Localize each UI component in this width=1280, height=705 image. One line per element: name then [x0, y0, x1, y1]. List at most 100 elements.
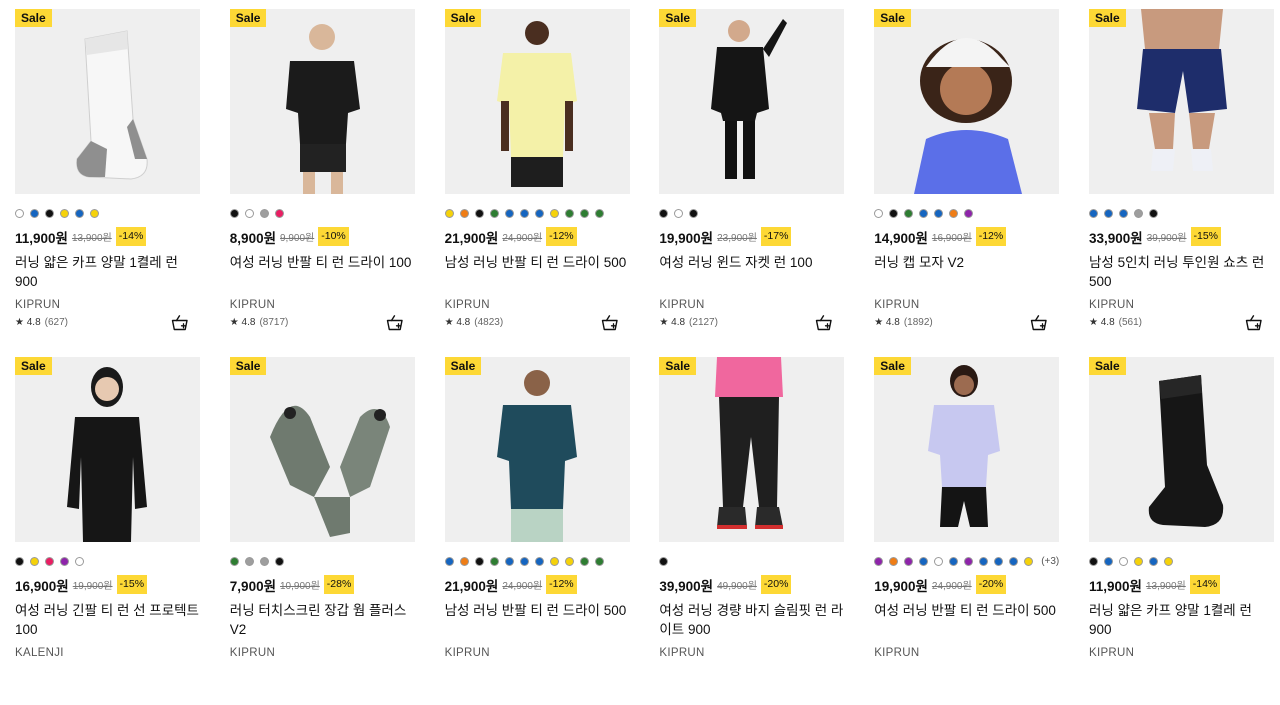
- color-swatch[interactable]: [244, 209, 254, 218]
- color-swatch[interactable]: [904, 557, 914, 566]
- color-swatch[interactable]: [244, 557, 254, 566]
- color-swatch[interactable]: [229, 557, 239, 566]
- product-card-3[interactable]: Sale 21,900원 24,900원 -12% 남성 러닝 반팔 티 런 드…: [444, 9, 630, 357]
- color-swatch[interactable]: [579, 557, 589, 566]
- color-swatch[interactable]: [534, 209, 544, 218]
- color-swatch[interactable]: [674, 209, 684, 218]
- add-to-cart-icon[interactable]: [170, 313, 190, 333]
- color-swatch[interactable]: [964, 557, 974, 566]
- color-swatch[interactable]: [15, 557, 24, 566]
- color-swatch[interactable]: [919, 557, 929, 566]
- color-swatch[interactable]: [1088, 209, 1098, 218]
- product-card-1[interactable]: Sale 11,900원 13,900원 -14% 러닝 얇은 카프 양말 1켤…: [15, 9, 200, 357]
- color-swatch[interactable]: [75, 557, 84, 566]
- product-card-6[interactable]: Sale 33,900원 39,900원 -15% 남성 5인치 러닝 투인원 …: [1088, 9, 1274, 357]
- color-swatch[interactable]: [274, 209, 284, 218]
- color-swatch[interactable]: [979, 557, 989, 566]
- product-card-2[interactable]: Sale 8,900원 9,900원 -10% 여성 러닝 반팔 티 런 드라이…: [229, 9, 415, 357]
- product-image[interactable]: Sale: [874, 9, 1060, 194]
- color-swatch[interactable]: [659, 209, 669, 218]
- color-swatch[interactable]: [889, 209, 899, 218]
- color-swatch[interactable]: [90, 209, 99, 218]
- add-to-cart-icon[interactable]: [1029, 313, 1049, 333]
- product-name[interactable]: 남성 5인치 러닝 투인원 쇼츠 런 500: [1089, 253, 1274, 291]
- product-name[interactable]: 러닝 얇은 카프 양말 1켤레 런 900: [1089, 601, 1274, 639]
- product-name[interactable]: 여성 러닝 긴팔 티 런 선 프로텍트 100: [15, 601, 200, 639]
- color-swatch[interactable]: [594, 209, 604, 218]
- color-swatch[interactable]: [30, 209, 39, 218]
- product-image[interactable]: Sale: [444, 9, 630, 194]
- color-swatch[interactable]: [1133, 209, 1143, 218]
- color-swatch[interactable]: [1103, 557, 1113, 566]
- color-swatch[interactable]: [934, 557, 944, 566]
- product-name[interactable]: 여성 러닝 반팔 티 런 드라이 100: [230, 253, 415, 291]
- color-swatch[interactable]: [549, 209, 559, 218]
- color-swatch[interactable]: [489, 557, 499, 566]
- color-swatch[interactable]: [60, 557, 69, 566]
- color-swatch[interactable]: [549, 557, 559, 566]
- color-swatch[interactable]: [259, 209, 269, 218]
- add-to-cart-icon[interactable]: [814, 313, 834, 333]
- product-image[interactable]: Sale: [659, 357, 845, 542]
- color-swatch[interactable]: [274, 557, 284, 566]
- product-name[interactable]: 러닝 터치스크린 장갑 웜 플러스 V2: [230, 601, 415, 639]
- color-swatch[interactable]: [229, 209, 239, 218]
- color-swatch[interactable]: [474, 209, 484, 218]
- color-swatch[interactable]: [594, 557, 604, 566]
- color-swatch[interactable]: [519, 209, 529, 218]
- color-swatch[interactable]: [874, 557, 884, 566]
- color-swatch[interactable]: [489, 209, 499, 218]
- color-swatch[interactable]: [949, 209, 959, 218]
- color-swatch[interactable]: [75, 209, 84, 218]
- color-swatch[interactable]: [564, 557, 574, 566]
- color-swatch[interactable]: [1118, 557, 1128, 566]
- product-image[interactable]: Sale: [15, 9, 200, 194]
- color-swatch[interactable]: [1103, 209, 1113, 218]
- product-name[interactable]: 남성 러닝 반팔 티 런 드라이 500: [445, 253, 630, 291]
- color-swatch[interactable]: [949, 557, 959, 566]
- color-swatch[interactable]: [934, 209, 944, 218]
- color-swatch[interactable]: [45, 557, 54, 566]
- color-swatch[interactable]: [534, 557, 544, 566]
- color-swatch[interactable]: [964, 209, 974, 218]
- add-to-cart-icon[interactable]: [600, 313, 620, 333]
- product-image[interactable]: Sale: [1088, 9, 1274, 194]
- color-swatch[interactable]: [504, 557, 514, 566]
- color-swatch[interactable]: [1148, 557, 1158, 566]
- color-swatch[interactable]: [1163, 557, 1173, 566]
- color-swatch[interactable]: [904, 209, 914, 218]
- color-swatch[interactable]: [1148, 209, 1158, 218]
- color-swatch[interactable]: [60, 209, 69, 218]
- product-image[interactable]: Sale: [874, 357, 1060, 542]
- color-swatch[interactable]: [1009, 557, 1019, 566]
- product-name[interactable]: 여성 러닝 경량 바지 슬림핏 런 라이트 900: [659, 601, 844, 639]
- color-swatch[interactable]: [994, 557, 1004, 566]
- color-swatch[interactable]: [459, 557, 469, 566]
- color-swatch[interactable]: [659, 557, 669, 566]
- color-swatch[interactable]: [259, 557, 269, 566]
- color-swatch[interactable]: [1133, 557, 1143, 566]
- color-swatch[interactable]: [874, 209, 884, 218]
- color-swatch[interactable]: [459, 209, 469, 218]
- product-image[interactable]: Sale: [444, 357, 630, 542]
- color-swatch[interactable]: [444, 209, 454, 218]
- product-image[interactable]: Sale: [229, 357, 415, 542]
- color-swatch[interactable]: [15, 209, 24, 218]
- product-name[interactable]: 여성 러닝 윈드 자켓 런 100: [659, 253, 844, 291]
- color-swatch[interactable]: [1118, 209, 1128, 218]
- color-swatch[interactable]: [504, 209, 514, 218]
- product-name[interactable]: 러닝 캡 모자 V2: [874, 253, 1059, 291]
- product-card-5[interactable]: Sale 14,900원 16,900원 -12% 러닝 캡 모자 V2 KIP…: [874, 9, 1060, 357]
- color-swatch[interactable]: [474, 557, 484, 566]
- color-swatch[interactable]: [919, 209, 929, 218]
- color-swatch[interactable]: [689, 209, 699, 218]
- product-name[interactable]: 러닝 얇은 카프 양말 1켤레 런 900: [15, 253, 200, 291]
- color-swatch[interactable]: [1024, 557, 1034, 566]
- color-swatch[interactable]: [30, 557, 39, 566]
- add-to-cart-icon[interactable]: [1244, 313, 1264, 333]
- product-name[interactable]: 남성 러닝 반팔 티 런 드라이 500: [445, 601, 630, 639]
- product-name[interactable]: 여성 러닝 반팔 티 런 드라이 500: [874, 601, 1059, 639]
- more-colors-count[interactable]: (+3): [1041, 556, 1059, 567]
- color-swatch[interactable]: [519, 557, 529, 566]
- color-swatch[interactable]: [579, 209, 589, 218]
